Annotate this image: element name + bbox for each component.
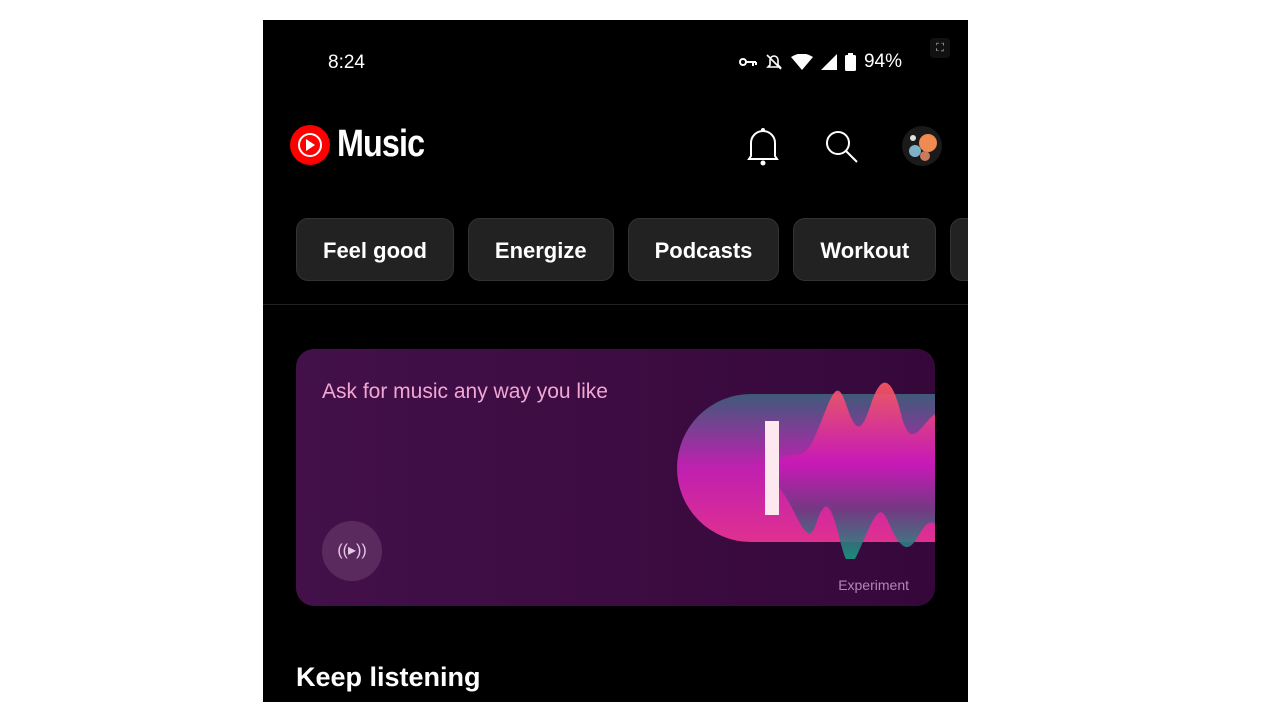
section-title: Keep listening [296,662,481,692]
battery-icon [844,53,856,71]
chip-podcasts[interactable]: Podcasts [627,218,780,281]
status-icons: 94% [738,51,902,73]
chip-workout[interactable]: Workout [793,218,937,281]
app-name: Music [337,123,425,165]
voice-search-icon[interactable]: ((▸)) [322,521,382,581]
vpn-key-icon [738,58,757,66]
signal-icon [820,54,837,70]
waveform-illustration [677,382,935,559]
battery-percent: 94% [863,51,902,72]
search-icon[interactable] [825,130,859,164]
chip-partial[interactable]: F [950,218,968,281]
youtube-music-logo-icon [290,124,330,165]
wifi-icon [790,54,813,70]
chip-feel-good[interactable]: Feel good [296,218,454,281]
ask-music-banner[interactable]: Ask for music any way you like ((▸)) Exp… [296,349,935,606]
divider [263,304,968,305]
chip-energize[interactable]: Energize [467,218,614,281]
mood-chips: Feel good Energize Podcasts Workout F [296,218,968,281]
phone-screen: 8:24 94% ⛶ Music Feel good Energize Podc… [263,20,968,702]
experiment-tag: Experiment [838,577,909,593]
fullscreen-icon[interactable]: ⛶ [930,38,950,58]
app-logo[interactable]: Music [289,123,440,166]
mute-icon [766,54,782,70]
banner-title: Ask for music any way you like [322,380,608,403]
avatar[interactable] [901,125,943,167]
status-time: 8:24 [328,52,365,73]
bell-icon[interactable] [747,126,779,166]
